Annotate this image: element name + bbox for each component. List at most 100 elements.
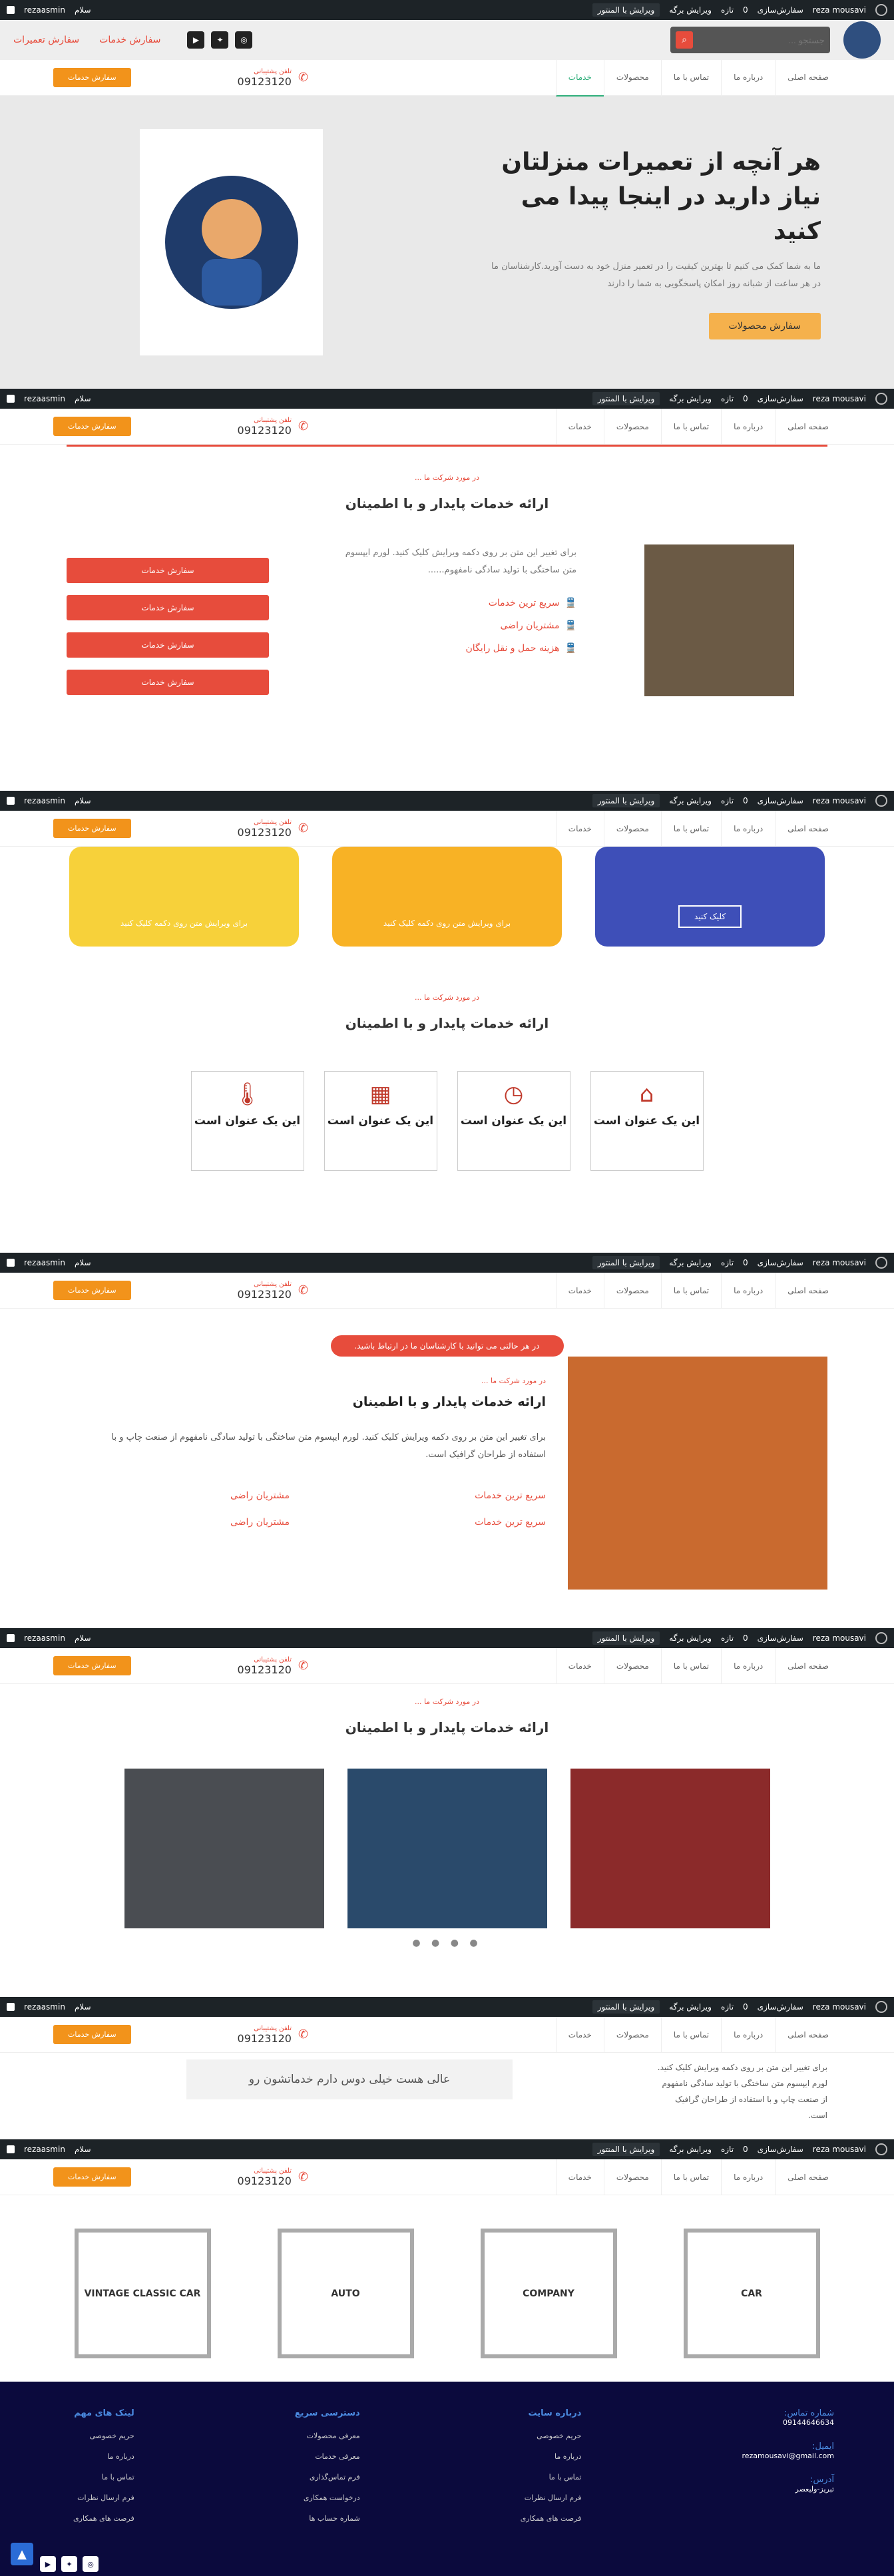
header-order-button[interactable]: سفارش خدمات bbox=[53, 1281, 131, 1300]
admin-site-name[interactable]: سفارش‌سازی bbox=[758, 1258, 803, 1267]
admin-username[interactable]: reza mousavi bbox=[813, 1633, 866, 1643]
new-link[interactable]: تازه bbox=[721, 394, 734, 403]
nav-services[interactable]: خدمات bbox=[555, 810, 604, 847]
admin-site-name[interactable]: سفارش‌سازی bbox=[758, 2145, 803, 2154]
nav-services[interactable]: خدمات bbox=[555, 2159, 604, 2195]
order-service-button-1[interactable]: سفارش خدمات bbox=[67, 558, 269, 583]
brand-logo[interactable]: COMPANY bbox=[480, 2229, 617, 2358]
nav-services[interactable]: خدمات bbox=[555, 2016, 604, 2053]
gallery-slide[interactable] bbox=[347, 1769, 547, 1928]
wordpress-icon[interactable] bbox=[875, 393, 887, 405]
edit-elementor-link[interactable]: ویرایش با المنتور bbox=[592, 1256, 660, 1269]
footer-email[interactable]: rezamousavi@gmail.com bbox=[742, 2452, 834, 2460]
scroll-to-top-icon[interactable]: ▲ bbox=[11, 2543, 33, 2565]
edit-elementor-link[interactable]: ویرایش با المنتور bbox=[592, 3, 660, 17]
wordpress-icon[interactable] bbox=[875, 4, 887, 16]
brand-logo[interactable]: VINTAGE CLASSIC CAR bbox=[74, 2229, 211, 2358]
search-icon[interactable]: ⌕ bbox=[676, 31, 693, 49]
edit-page-link[interactable]: ویرایش برگه bbox=[669, 1258, 712, 1267]
nav-home[interactable]: صفحه اصلی bbox=[775, 1272, 841, 1309]
edit-elementor-link[interactable]: ویرایش با المنتور bbox=[592, 2143, 660, 2156]
wordpress-icon[interactable] bbox=[875, 2143, 887, 2155]
footer-link[interactable]: فرم ارسال نظرات bbox=[73, 2493, 134, 2502]
contact-pill[interactable]: در هر حالتی می توانید با کارشناسان ما در… bbox=[330, 1335, 564, 1357]
phone-number[interactable]: 09123120 bbox=[238, 826, 292, 839]
admin-account[interactable]: rezaasmin bbox=[24, 394, 65, 403]
nav-home[interactable]: صفحه اصلی bbox=[775, 810, 841, 847]
edit-elementor-link[interactable]: ویرایش با المنتور bbox=[592, 392, 660, 405]
admin-account[interactable]: rezaasmin bbox=[24, 5, 65, 15]
nav-contact[interactable]: تماس با ما bbox=[660, 2159, 721, 2195]
gallery-slide[interactable] bbox=[570, 1769, 770, 1928]
new-link[interactable]: تازه bbox=[721, 2002, 734, 2012]
new-link[interactable]: تازه bbox=[721, 2145, 734, 2154]
edit-elementor-link[interactable]: ویرایش با المنتور bbox=[592, 794, 660, 807]
edit-page-link[interactable]: ویرایش برگه bbox=[669, 796, 712, 805]
edit-page-link[interactable]: ویرایش برگه bbox=[669, 2145, 712, 2154]
youtube-icon[interactable]: ▶ bbox=[187, 31, 205, 49]
account-avatar[interactable] bbox=[7, 1259, 15, 1267]
footer-link[interactable]: معرفی خدمات bbox=[295, 2452, 359, 2461]
admin-site-name[interactable]: سفارش‌سازی bbox=[758, 796, 803, 805]
edit-page-link[interactable]: ویرایش برگه bbox=[669, 394, 712, 403]
edit-page-link[interactable]: ویرایش برگه bbox=[669, 1633, 712, 1643]
new-link[interactable]: تازه bbox=[721, 5, 734, 15]
order-service-button-3[interactable]: سفارش خدمات bbox=[67, 632, 269, 658]
icon-box[interactable]: ◷ این یک عنوان است bbox=[457, 1071, 570, 1171]
icon-box[interactable]: 🌡 این یک عنوان است bbox=[190, 1071, 304, 1171]
wordpress-icon[interactable] bbox=[875, 2001, 887, 2013]
edit-elementor-link[interactable]: ویرایش با المنتور bbox=[592, 2000, 660, 2014]
site-logo[interactable] bbox=[843, 21, 881, 59]
order-repairs-link[interactable]: سفارش تعمیرات bbox=[13, 35, 79, 45]
footer-link[interactable]: حریم خصوصی bbox=[521, 2432, 581, 2440]
twitter-icon[interactable]: ✦ bbox=[211, 31, 229, 49]
account-avatar[interactable] bbox=[7, 6, 15, 14]
order-service-button-4[interactable]: سفارش خدمات bbox=[67, 670, 269, 695]
admin-account[interactable]: rezaasmin bbox=[24, 2002, 65, 2012]
nav-home[interactable]: صفحه اصلی bbox=[775, 1647, 841, 1684]
nav-home[interactable]: صفحه اصلی bbox=[775, 2159, 841, 2195]
comments-count[interactable]: 0 bbox=[743, 1258, 748, 1267]
phone-number[interactable]: 09123120 bbox=[238, 2032, 292, 2045]
footer-link[interactable]: تماس با ما bbox=[73, 2473, 134, 2481]
nav-products[interactable]: محصولات bbox=[603, 59, 661, 97]
footer-link[interactable]: فرصت های همکاری bbox=[521, 2514, 582, 2523]
brand-logo[interactable]: AUTO bbox=[277, 2229, 414, 2358]
hero-order-products-button[interactable]: سفارش محصولات bbox=[708, 313, 821, 339]
nav-products[interactable]: محصولات bbox=[603, 2159, 661, 2195]
comments-count[interactable]: 0 bbox=[743, 2145, 748, 2154]
admin-account[interactable]: rezaasmin bbox=[24, 2145, 65, 2154]
nav-products[interactable]: محصولات bbox=[603, 408, 661, 445]
header-order-button[interactable]: سفارش خدمات bbox=[53, 2025, 131, 2044]
footer-link[interactable]: فرم ارسال نظرات bbox=[521, 2493, 582, 2502]
wordpress-icon[interactable] bbox=[875, 795, 887, 807]
nav-about[interactable]: درباره ما bbox=[721, 810, 775, 847]
wordpress-icon[interactable] bbox=[875, 1632, 887, 1644]
admin-site-name[interactable]: سفارش‌سازی bbox=[758, 5, 803, 15]
nav-contact[interactable]: تماس با ما bbox=[660, 810, 721, 847]
header-order-button[interactable]: سفارش خدمات bbox=[53, 1656, 131, 1675]
nav-contact[interactable]: تماس با ما bbox=[660, 2016, 721, 2053]
phone-number[interactable]: 09123120 bbox=[238, 1288, 292, 1301]
new-link[interactable]: تازه bbox=[721, 1258, 734, 1267]
search-input[interactable] bbox=[698, 35, 825, 45]
edit-page-link[interactable]: ویرایش برگه bbox=[669, 2002, 712, 2012]
nav-services[interactable]: خدمات bbox=[555, 1647, 604, 1684]
admin-username[interactable]: reza mousavi bbox=[813, 2002, 866, 2012]
nav-contact[interactable]: تماس با ما bbox=[660, 1647, 721, 1684]
nav-products[interactable]: محصولات bbox=[603, 1647, 661, 1684]
twitter-icon[interactable]: ✦ bbox=[61, 2556, 77, 2572]
nav-about[interactable]: درباره ما bbox=[721, 59, 775, 97]
footer-link[interactable]: معرفی محصولات bbox=[295, 2432, 360, 2440]
footer-link[interactable]: تماس با ما bbox=[521, 2473, 582, 2481]
nav-home[interactable]: صفحه اصلی bbox=[775, 408, 841, 445]
account-avatar[interactable] bbox=[7, 797, 15, 805]
footer-link[interactable]: درباره ما bbox=[73, 2452, 134, 2461]
admin-username[interactable]: reza mousavi bbox=[813, 796, 866, 805]
admin-username[interactable]: reza mousavi bbox=[813, 2145, 866, 2154]
header-order-button[interactable]: سفارش خدمات bbox=[53, 68, 131, 87]
comments-count[interactable]: 0 bbox=[743, 2002, 748, 2012]
account-avatar[interactable] bbox=[7, 1634, 15, 1642]
admin-username[interactable]: reza mousavi bbox=[813, 394, 866, 403]
new-link[interactable]: تازه bbox=[721, 796, 734, 805]
